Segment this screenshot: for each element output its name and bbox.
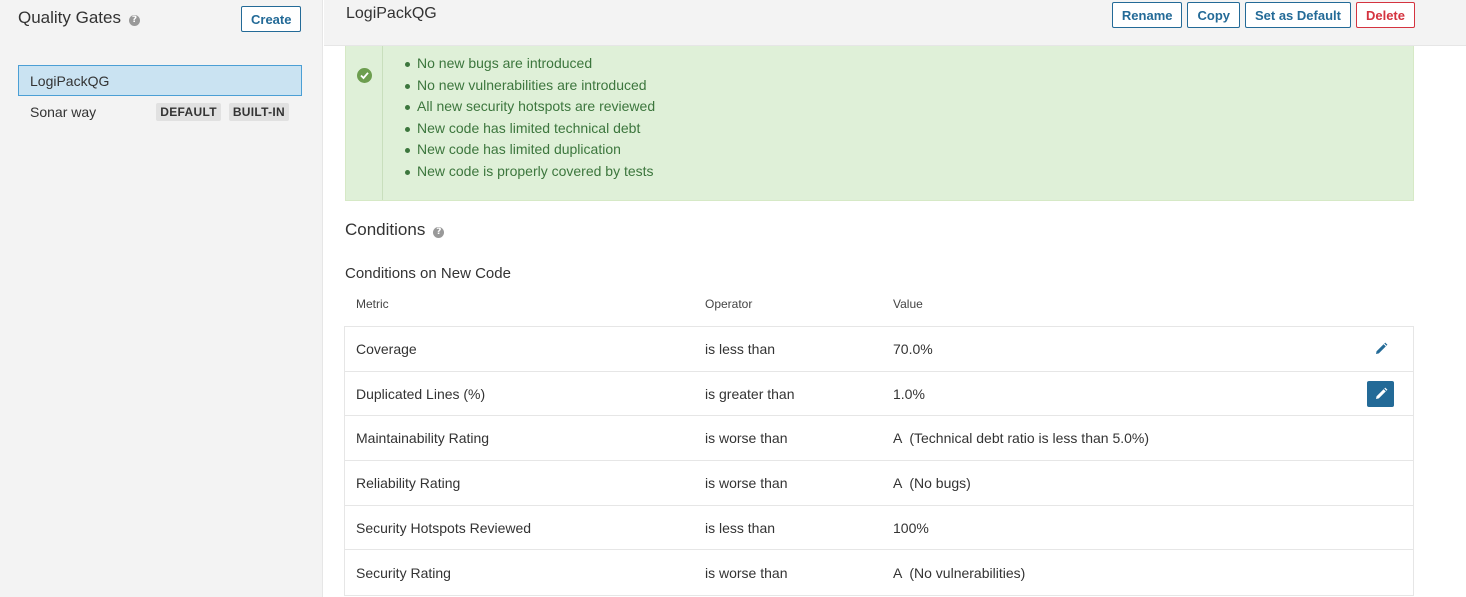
rename-button[interactable]: Rename [1111,2,1183,28]
metric-cell: Reliability Rating [356,474,461,491]
copy-button[interactable]: Copy [1187,2,1240,28]
create-button[interactable]: Create [241,6,302,32]
table-row: Security Rating is worse than A (No vulne… [345,550,1413,595]
rating-letter: A [893,564,903,581]
operator-cell: is less than [705,519,776,536]
metric-cell: Security Rating [356,564,451,581]
built-in-badge: BUILT-IN [228,102,289,121]
value-text: (Technical debt ratio is less than 5.0%) [909,430,1150,447]
page-title: LogiPackQG [346,5,437,22]
default-badge: DEFAULT [156,102,221,121]
operator-cell: is less than [705,340,776,357]
list-item: No new vulnerabilities are introduced [405,75,655,97]
metric-cell: Security Hotspots Reviewed [356,519,532,536]
edit-condition-button[interactable] [1367,336,1394,362]
value-text: (No vulnerabilities) [909,564,1026,581]
success-list: No new bugs are introduced No new vulner… [405,53,655,183]
pencil-icon [1375,342,1387,354]
value-cell: A (No vulnerabilities) [893,550,1025,595]
help-icon[interactable]: ? [433,226,445,238]
sidebar-item-label: Sonar way [30,103,97,120]
conditions-title: Conditions [345,220,426,239]
list-item: No new bugs are introduced [405,53,655,75]
value-text: 1.0% [893,385,925,402]
rating-letter: A [893,430,903,447]
sidebar-header: Quality Gates ? [18,8,140,28]
sidebar-item-logipackqg[interactable]: LogiPackQG [18,65,302,96]
set-as-default-button[interactable]: Set as Default [1244,2,1351,28]
column-header-value: Value [893,297,923,311]
table-row: Reliability Rating is worse than A (No bu… [345,461,1413,506]
table-row: Duplicated Lines (%) is greater than 1.0… [345,372,1413,417]
operator-cell: is worse than [705,430,788,447]
conditions-header: Conditions ? [345,220,445,240]
gate-header: LogiPackQG Rename Copy Set as Default De… [324,0,1466,46]
sidebar-item-label: LogiPackQG [30,72,110,89]
list-item: All new security hotspots are reviewed [405,96,655,118]
check-circle-icon [357,68,372,83]
quality-gate-list: LogiPackQG Sonar way DEFAULT BUILT-IN [18,65,302,127]
help-icon[interactable]: ? [129,14,140,26]
table-row: Maintainability Rating is worse than A (T… [345,416,1413,462]
value-cell: 100% [893,506,929,550]
list-item: New code is properly covered by tests [405,161,655,183]
action-buttons: Rename Copy Set as Default Delete [1111,2,1415,28]
table-row: Security Hotspots Reviewed is less than … [345,506,1413,551]
badges: DEFAULT BUILT-IN [156,102,297,121]
column-header-metric: Metric [356,297,389,311]
list-item: New code has limited technical debt [405,118,655,140]
value-text: 70.0% [893,340,933,357]
list-item: New code has limited duplication [405,139,655,161]
operator-cell: is greater than [705,385,795,402]
conditions-table: Coverage is less than 70.0% Duplicated L… [344,326,1414,597]
table-row: Coverage is less than 70.0% [345,327,1413,372]
metric-cell: Maintainability Rating [356,430,490,447]
sidebar-title: Quality Gates [18,8,121,27]
operator-cell: is worse than [705,474,788,491]
value-text: 100% [893,519,929,536]
main-panel: LogiPackQG Rename Copy Set as Default De… [324,0,1466,597]
sidebar: Quality Gates ? Create LogiPackQG Sonar … [0,0,323,597]
sidebar-item-sonar-way[interactable]: Sonar way DEFAULT BUILT-IN [18,96,302,127]
value-text: (No bugs) [909,474,971,491]
pencil-icon [1375,387,1387,399]
value-cell: 70.0% [893,327,933,371]
metric-cell: Duplicated Lines (%) [356,385,486,402]
rating-letter: A [893,474,903,491]
metric-cell: Coverage [356,340,417,357]
operator-cell: is worse than [705,564,788,581]
alert-divider [382,46,383,200]
value-cell: A (Technical debt ratio is less than 5.0%… [893,416,1149,460]
edit-condition-button[interactable] [1367,380,1394,407]
column-header-operator: Operator [705,297,753,311]
conditions-subtitle: Conditions on New Code [345,265,511,282]
clean-as-you-code-alert: No new bugs are introduced No new vulner… [345,46,1414,201]
delete-button[interactable]: Delete [1355,2,1415,28]
value-cell: A (No bugs) [893,461,971,505]
value-cell: 1.0% [893,372,925,416]
